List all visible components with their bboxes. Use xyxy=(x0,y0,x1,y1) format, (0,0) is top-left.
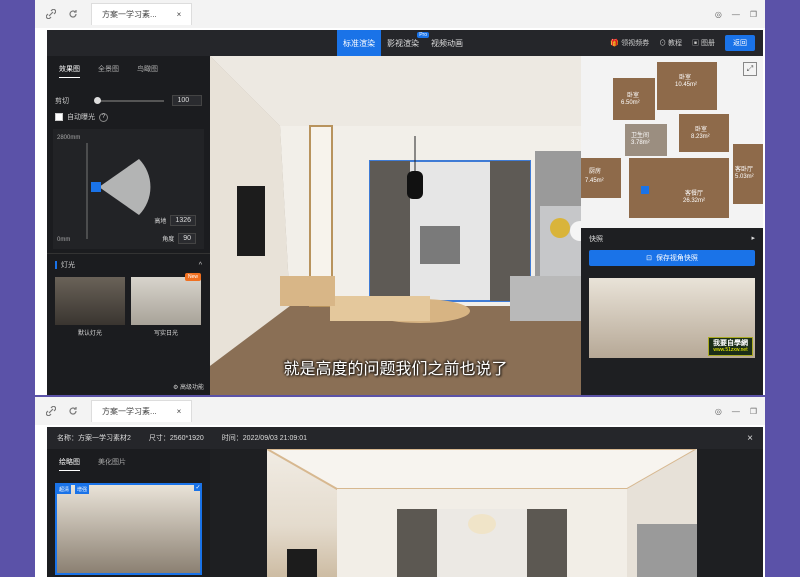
top-window: 方案一学习素... × ◎ — ❐ 标准渲染 影视渲染 Pro 视频动画 🎁 领视… xyxy=(35,0,765,395)
auto-exposure-checkbox[interactable] xyxy=(55,113,63,121)
angle-label: 角度 xyxy=(162,237,175,243)
browser-tab[interactable]: 方案一学习素... × xyxy=(91,3,193,25)
browser-tab[interactable]: 方案一学习素... × xyxy=(91,400,193,422)
gallery-button[interactable]: ▣ 图册 xyxy=(692,38,715,48)
maximize-icon[interactable]: ❐ xyxy=(750,407,757,416)
return-button[interactable]: 返回 xyxy=(725,35,755,51)
close-icon[interactable]: × xyxy=(747,433,753,444)
room-area: 5.03m² xyxy=(735,174,754,180)
camera-icon: ⊡ xyxy=(646,255,652,262)
room-area: 6.50m² xyxy=(621,100,640,106)
link-icon[interactable] xyxy=(43,6,59,22)
room-area: 3.78m² xyxy=(631,140,650,146)
browser-chrome: 方案一学习素... × ◎ — ❐ xyxy=(35,397,765,425)
image-name: 名称：方案一学习素材2 xyxy=(57,435,131,442)
collapse-icon[interactable]: ^ xyxy=(199,262,202,269)
selected-thumbnail[interactable]: 超清 增强 ✓ xyxy=(55,483,202,575)
video-subtitle: 就是高度的问题我们之前也说了 xyxy=(283,361,508,378)
preset-label: 写实日光 xyxy=(153,331,178,337)
tab-beautify[interactable]: 美化图片 xyxy=(98,457,126,471)
tab-close-icon[interactable]: × xyxy=(177,10,182,19)
save-snapshot-button[interactable]: ⊡ 保存视角快照 xyxy=(589,250,755,266)
snapshot-thumbnail[interactable]: 我要自學網 www.51zxw.net xyxy=(589,278,755,358)
refresh-icon[interactable] xyxy=(65,6,81,22)
preset-daylight[interactable]: New 写实日光 xyxy=(131,273,201,337)
preset-default-light[interactable]: 默认灯光 xyxy=(55,277,125,337)
expand-minimap-icon[interactable]: ⤢ xyxy=(743,62,757,76)
room-name: 客卧厅 xyxy=(735,167,754,173)
browser-chrome: 方案一学习素... × ◎ — ❐ xyxy=(35,0,765,28)
room-area: 7.45m² xyxy=(585,178,604,184)
mode-video-animation[interactable]: 视频动画 xyxy=(425,30,469,56)
mode-standard-render[interactable]: 标准渲染 xyxy=(337,30,381,56)
camera-height-diagram: 2800mm 0mm 高地 1326 角度 90 xyxy=(53,129,204,249)
enhance-badge: 增强 xyxy=(75,485,90,494)
target-icon[interactable]: ◎ xyxy=(715,407,722,416)
tab-thumbnail[interactable]: 绘略图 xyxy=(59,457,80,471)
minimize-icon[interactable]: — xyxy=(732,10,740,19)
image-info-bar: 名称：方案一学习素材2 尺寸：2560*1920 时间：2022/09/03 2… xyxy=(47,427,763,449)
maximize-icon[interactable]: ❐ xyxy=(750,10,757,19)
room-name: 卧室 xyxy=(627,93,640,99)
expand-arrow-icon[interactable]: ▸ xyxy=(751,234,755,244)
room[interactable] xyxy=(613,78,655,120)
help-icon[interactable]: ? xyxy=(99,112,108,122)
watermark-logo: 我要自學網 www.51zxw.net xyxy=(708,336,753,356)
tab-title: 方案一学习素... xyxy=(102,407,157,416)
refresh-icon[interactable] xyxy=(65,403,81,419)
floorplan-minimap[interactable]: ⤢ 卧室 10.45m² 卧室 6.50m² 卧室 8.23m² 卫生间 3.7… xyxy=(581,56,763,228)
vip-button[interactable]: 🎁 领视频券 xyxy=(610,38,649,48)
room-area: 26.32m² xyxy=(683,198,706,204)
snapshot-title: 快照 xyxy=(589,236,603,243)
camera-marker[interactable] xyxy=(641,186,649,194)
room-area: 8.23m² xyxy=(691,134,710,140)
camera-panel: 效果图 全景图 鸟瞰图 剪切 100 自动曝光 ? 2800mm 0mm 高地 … xyxy=(47,56,210,395)
mode-film-render[interactable]: 影视渲染 Pro xyxy=(381,30,429,56)
bottom-window: 方案一学习素... × ◎ — ❐ 名称：方案一学习素材2 尺寸：2560*19… xyxy=(35,397,765,577)
clip-value[interactable]: 100 xyxy=(172,95,202,106)
image-preview[interactable] xyxy=(267,449,697,577)
check-icon: ✓ xyxy=(194,483,202,491)
room-name: 客餐厅 xyxy=(685,191,704,197)
room-name: 卫生间 xyxy=(631,133,650,139)
room-name: 厨房 xyxy=(589,169,602,175)
render-app: 标准渲染 影视渲染 Pro 视频动画 🎁 领视频券 ⊙ 教程 ▣ 图册 返回 效果… xyxy=(47,30,763,395)
height-label: 高地 xyxy=(154,219,167,225)
room-name: 卧室 xyxy=(679,75,692,81)
room-area: 10.45m² xyxy=(675,82,698,88)
auto-exposure-label: 自动曝光 xyxy=(67,114,95,121)
hd-badge: 超清 xyxy=(57,485,72,494)
render-topbar: 标准渲染 影视渲染 Pro 视频动画 🎁 领视频券 ⊙ 教程 ▣ 图册 返回 xyxy=(47,30,763,56)
angle-value[interactable]: 90 xyxy=(178,233,196,244)
tab-render-image[interactable]: 效果图 xyxy=(59,64,80,78)
tab-birdseye[interactable]: 鸟瞰图 xyxy=(137,64,158,78)
image-viewer: 名称：方案一学习素材2 尺寸：2560*1920 时间：2022/09/03 2… xyxy=(47,427,763,577)
clip-label: 剪切 xyxy=(55,97,69,105)
height-value[interactable]: 1326 xyxy=(170,215,196,226)
minimize-icon[interactable]: — xyxy=(732,407,740,416)
render-viewport[interactable]: ⤢ 卧室 10.45m² 卧室 6.50m² 卧室 8.23m² 卫生间 3.7… xyxy=(210,56,763,395)
image-time: 时间：2022/09/03 21:09:01 xyxy=(221,435,308,442)
image-size: 尺寸：2560*1920 xyxy=(148,435,204,442)
target-icon[interactable]: ◎ xyxy=(715,10,722,19)
room-name: 卧室 xyxy=(695,127,708,133)
room[interactable] xyxy=(679,114,729,152)
tutorial-button[interactable]: ⊙ 教程 xyxy=(659,38,682,48)
clip-slider[interactable] xyxy=(94,96,165,104)
tab-panorama[interactable]: 全景图 xyxy=(98,64,119,78)
tab-close-icon[interactable]: × xyxy=(177,407,182,416)
tab-title: 方案一学习素... xyxy=(102,10,157,19)
advanced-button[interactable]: ⚙ 高级功能 xyxy=(173,382,204,391)
preset-label: 默认灯光 xyxy=(77,331,102,337)
new-badge: New xyxy=(184,273,201,281)
lighting-title: 灯光 xyxy=(61,262,75,269)
thumbnail-panel: 绘略图 美化图片 超清 增强 ✓ xyxy=(47,449,210,577)
snapshot-panel: 快照 ▸ ⊡ 保存视角快照 我要自學網 www.51zxw.net xyxy=(581,228,763,395)
link-icon[interactable] xyxy=(43,403,59,419)
